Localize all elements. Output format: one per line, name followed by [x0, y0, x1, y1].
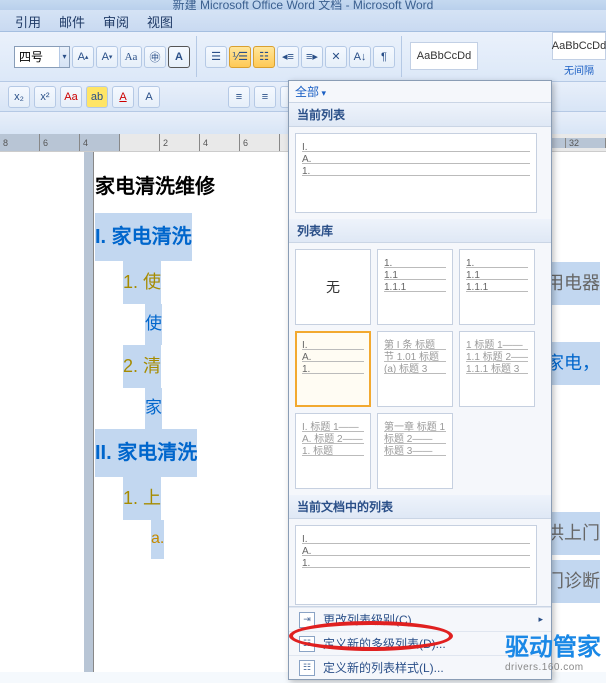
doc-body[interactable]: 家: [145, 388, 162, 429]
multilevel-list-button[interactable]: ☷: [253, 46, 275, 68]
list-item[interactable]: 1. 1.1 1.1.1: [377, 249, 453, 325]
current-list-preview[interactable]: I. A. 1.: [295, 133, 537, 213]
sort-button[interactable]: A↓: [349, 46, 371, 68]
style-normal[interactable]: AaBbCcDd: [410, 42, 478, 70]
style-no-spacing[interactable]: AaBbCcDd: [552, 32, 606, 60]
ruler-mark: 6: [40, 134, 80, 151]
font-size-select[interactable]: 四号▾: [14, 46, 70, 68]
change-case-button[interactable]: Aa: [120, 46, 142, 68]
ruler-mark: 6: [240, 134, 280, 151]
list-filter[interactable]: 全部: [289, 81, 551, 103]
ruler-mark: 4: [200, 134, 240, 151]
doc-fragment: 用电器: [546, 262, 600, 305]
doc-fragment: 门诊断: [546, 560, 600, 603]
styles-pane: AaBbCcDd 无间隔: [552, 32, 606, 112]
phonetic-button[interactable]: ㊥: [144, 46, 166, 68]
subscript-button[interactable]: x₂: [8, 86, 30, 108]
list-item[interactable]: 1 标题 1—— 1.1 标题 2—— 1.1.1 标题 3: [459, 331, 535, 407]
shrink-font-button[interactable]: A▾: [96, 46, 118, 68]
ribbon-tabs: 引用 邮件 审阅 视图: [0, 10, 606, 32]
ruler-mark: 4: [80, 134, 120, 151]
text-effects-button[interactable]: Aa: [60, 86, 82, 108]
grow-font-button[interactable]: A▴: [72, 46, 94, 68]
indent-icon: ⇥: [299, 612, 315, 628]
increase-indent-button[interactable]: ≡▸: [301, 46, 323, 68]
highlight-button[interactable]: ab: [86, 86, 108, 108]
list-item[interactable]: 1. 1.1 1.1.1: [459, 249, 535, 325]
ruler-mark: 8: [0, 134, 40, 151]
list-item[interactable]: 第 I 条 标题 节 1.01 标题 (a) 标题 3: [377, 331, 453, 407]
style-icon: ☷: [299, 660, 315, 676]
doc-body[interactable]: 使: [145, 304, 162, 345]
section-current-list: 当前列表: [289, 103, 551, 127]
tab-mailings[interactable]: 邮件: [59, 10, 85, 31]
doc-fragment: 家电，: [546, 342, 600, 385]
doc-heading-2[interactable]: 2. 清: [123, 345, 161, 388]
section-list-library: 列表库: [289, 219, 551, 243]
list-item[interactable]: I. 标题 1—— A. 标题 2—— 1. 标题: [295, 413, 371, 489]
filter-all-link[interactable]: 全部: [295, 83, 326, 100]
char-border-button[interactable]: A: [168, 46, 190, 68]
doc-heading-3[interactable]: a.: [151, 520, 164, 558]
section-lists-in-doc: 当前文档中的列表: [289, 495, 551, 519]
align-left-button[interactable]: ≡: [228, 86, 250, 108]
tab-review[interactable]: 审阅: [103, 10, 129, 31]
ruler-mark: 2: [160, 134, 200, 151]
indoc-list-preview[interactable]: I. A. 1.: [295, 525, 537, 605]
window-title: 新建 Microsoft Office Word 文档 - Microsoft …: [0, 0, 606, 10]
tab-view[interactable]: 视图: [147, 10, 173, 31]
show-marks-button[interactable]: ¶: [373, 46, 395, 68]
bullets-button[interactable]: ☰: [205, 46, 227, 68]
superscript-button[interactable]: x²: [34, 86, 56, 108]
asian-layout-button[interactable]: ✕: [325, 46, 347, 68]
vertical-ruler[interactable]: [84, 152, 94, 672]
numbering-button[interactable]: ⅟☰: [229, 46, 251, 68]
ruler-mark: 32: [566, 138, 606, 148]
doc-heading-1[interactable]: II. 家电清洗: [95, 429, 197, 477]
doc-fragment: 供上门: [546, 512, 600, 555]
doc-heading-2[interactable]: 1. 上: [123, 477, 161, 520]
font-color-button[interactable]: A: [112, 86, 134, 108]
style-label: 无间隔: [552, 62, 606, 77]
align-center-button[interactable]: ≡: [254, 86, 276, 108]
multilevel-list-dropdown: 全部 当前列表 I. A. 1. 列表库 无 1. 1.1 1.1.1 1. 1…: [288, 80, 552, 680]
tab-references[interactable]: 引用: [15, 10, 41, 31]
doc-heading-2[interactable]: 1. 使: [123, 261, 161, 304]
list-item-none[interactable]: 无: [295, 249, 371, 325]
watermark-logo: 驱动管家 drivers.160.com: [505, 627, 601, 673]
ruler-mark: [120, 134, 160, 151]
list-icon: ☷: [299, 636, 315, 652]
doc-heading-1[interactable]: I. 家电清洗: [95, 213, 192, 261]
char-shading-button[interactable]: A: [138, 86, 160, 108]
ribbon: 四号▾ A▴ A▾ Aa ㊥ A ☰ ⅟☰ ☷ ◂≡ ≡▸ ✕ A↓ ¶ AaB…: [0, 32, 606, 82]
list-item[interactable]: 第一章 标题 1 标题 2—— 标题 3——: [377, 413, 453, 489]
list-item-selected[interactable]: I. A. 1.: [295, 331, 371, 407]
decrease-indent-button[interactable]: ◂≡: [277, 46, 299, 68]
